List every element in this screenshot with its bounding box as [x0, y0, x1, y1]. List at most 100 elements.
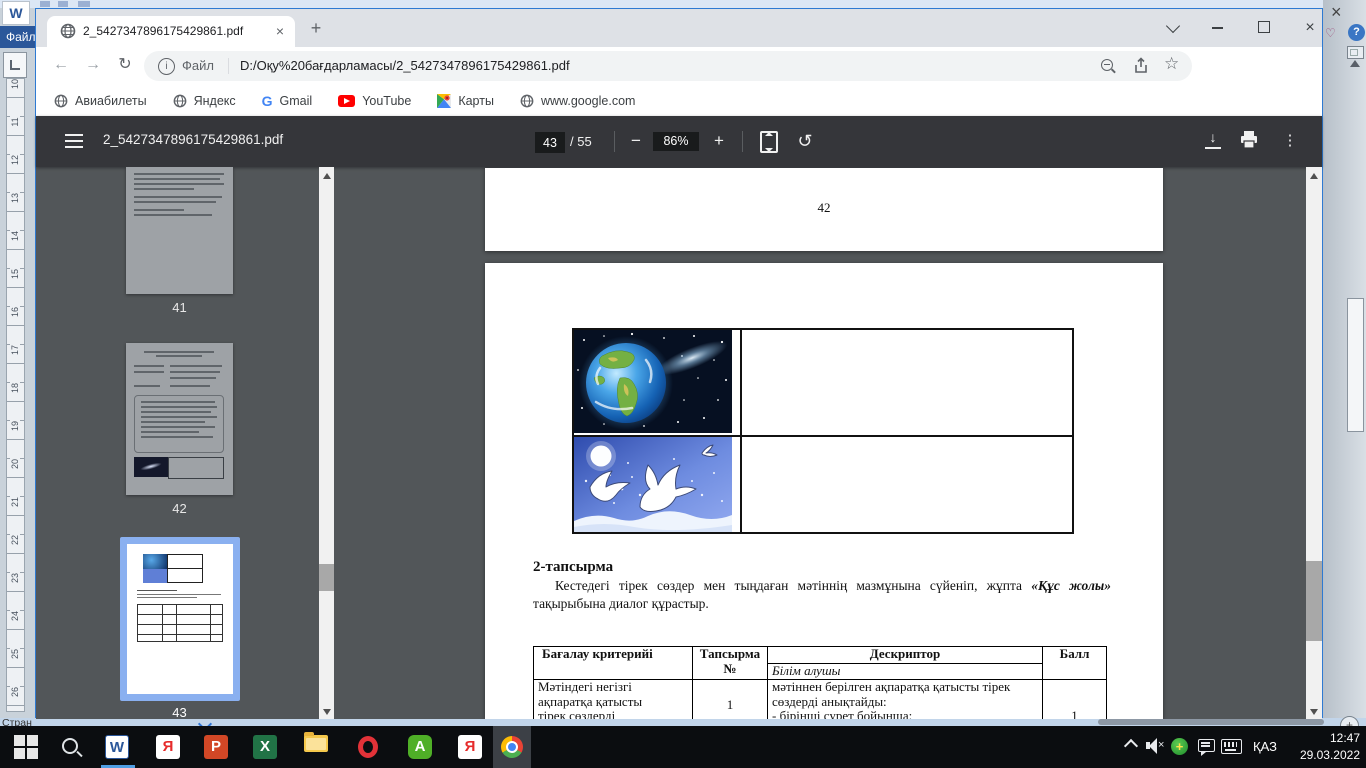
print-icon[interactable] — [1239, 130, 1259, 150]
scroll-down-icon[interactable] — [1310, 709, 1318, 715]
taskbar-yandex-button[interactable]: Я — [156, 735, 180, 759]
bookmark-gmail[interactable]: G Gmail — [262, 93, 313, 109]
antivirus-tray-button[interactable]: + — [1171, 738, 1188, 755]
minimize-button[interactable] — [1202, 19, 1232, 37]
header-descriptor: Дескриптор — [767, 646, 1043, 664]
tray-expand-button[interactable] — [1123, 738, 1139, 754]
birds-image — [574, 437, 732, 532]
taskbar-word-button[interactable]: W — [105, 735, 129, 759]
taskbar-yandex2-button[interactable]: Я — [458, 735, 482, 759]
url-text[interactable]: D:/Оқу%20бағдарламасы/2_5427347896175429… — [240, 58, 570, 73]
taskbar-excel-button[interactable]: X — [253, 735, 277, 759]
thumbnail-page-41[interactable] — [126, 167, 233, 294]
main-scrollbar[interactable] — [1306, 167, 1322, 719]
word-close-icon[interactable]: × — [1331, 2, 1342, 23]
zoom-level-value[interactable]: 86% — [653, 132, 699, 151]
forward-icon[interactable]: → — [82, 54, 104, 76]
taskbar-powerpoint-button[interactable]: P — [204, 735, 228, 759]
screen: W Файл 10 11 12 13 14 15 16 17 18 19 20 21 22 23 24 25 2… — [0, 0, 1366, 768]
browser-tab[interactable]: 2_5427347896175429861.pdf × — [47, 16, 295, 47]
ruler-number: 16 — [10, 302, 20, 322]
word-window-right-edge: × ♡ ? — [1323, 0, 1366, 718]
descriptor-line: - бірінші сурет бойынша: — [772, 708, 913, 719]
thumbnail-page-42[interactable] — [126, 343, 233, 495]
earth-answer-cell — [742, 330, 1072, 435]
share-icon[interactable] — [1132, 57, 1150, 75]
ruler-number: 22 — [10, 530, 20, 550]
omnibox[interactable]: i Файл D:/Оқу%20бағдарламасы/2_542734789… — [144, 51, 1192, 81]
word-file-menu[interactable]: Файл — [0, 26, 35, 48]
tab-close-icon[interactable]: × — [271, 22, 289, 40]
globe-icon — [173, 94, 186, 107]
bookmark-youtube[interactable]: YouTube — [338, 94, 411, 108]
ruler-number: 21 — [10, 492, 20, 512]
word-scroll-up-arrow[interactable] — [1350, 60, 1360, 67]
chrome-window: 2_5427347896175429861.pdf × + × ← → ↻ i … — [35, 8, 1323, 719]
thumbnail-galaxy-image — [134, 457, 168, 477]
pdf-menu-icon[interactable] — [65, 134, 83, 148]
folder-icon — [304, 735, 328, 752]
word-help-button[interactable]: ? — [1348, 24, 1365, 41]
page-number: 42 — [817, 200, 831, 215]
bookmark-star-icon[interactable]: ☆ — [1164, 54, 1179, 74]
sidebar-scrollbar[interactable] — [319, 167, 334, 719]
cell-descriptor: мәтіннен берілген ақпаратқа қатысты тіре… — [767, 679, 1043, 719]
taskbar-aimp-button[interactable]: A — [408, 735, 432, 759]
language-indicator[interactable]: ҚАЗ — [1253, 739, 1277, 754]
info-icon[interactable]: i — [158, 58, 175, 75]
word-app-icon: W — [105, 735, 129, 759]
birds-answer-cell — [742, 437, 1072, 532]
sidebar-scrollbar-thumb[interactable] — [319, 564, 334, 591]
bookmark-aviabilety[interactable]: Авиабилеты — [54, 94, 147, 108]
header-task-number: Тапсырма № — [692, 646, 768, 680]
word-titlebar — [0, 0, 1366, 8]
toolbar-divider — [614, 131, 615, 152]
ruler-number: 10 — [10, 79, 20, 94]
bookmark-label: Карты — [458, 93, 494, 108]
rotate-icon[interactable]: ↺ — [794, 130, 816, 152]
start-button[interactable] — [14, 735, 38, 759]
word-tab-selector[interactable] — [3, 52, 27, 78]
zoom-page-icon[interactable] — [1101, 59, 1113, 71]
pdf-overflow-menu-icon[interactable]: ⋮ — [1279, 130, 1301, 152]
fit-page-icon[interactable] — [760, 131, 778, 153]
taskbar-chrome-button[interactable] — [500, 735, 524, 759]
window-close-button[interactable]: × — [1295, 19, 1325, 37]
volume-muted-button[interactable]: × — [1146, 738, 1166, 754]
zoom-out-button[interactable]: − — [625, 130, 647, 152]
header-descriptor-sub: Білім алушы — [767, 663, 1043, 680]
touch-keyboard-button[interactable] — [1221, 739, 1242, 754]
word-horizontal-scrollbar[interactable] — [1098, 719, 1324, 725]
tab-strip: 2_5427347896175429861.pdf × + × — [36, 9, 1322, 47]
taskbar-opera-button[interactable] — [356, 735, 380, 759]
notifications-tray-button[interactable] — [1198, 739, 1215, 756]
header-score: Балл — [1042, 646, 1107, 680]
reload-icon[interactable]: ↻ — [114, 54, 136, 76]
bookmark-maps[interactable]: Карты — [437, 93, 494, 108]
windows-logo-icon — [14, 735, 38, 759]
earth-image-cell — [574, 330, 742, 435]
main-scrollbar-thumb[interactable] — [1306, 561, 1322, 641]
taskbar-search-button[interactable] — [59, 735, 83, 759]
page-number-input[interactable] — [535, 132, 565, 153]
word-logo-icon: W — [2, 1, 30, 25]
bookmark-google[interactable]: www.google.com — [520, 94, 635, 108]
download-icon[interactable]: ↓ — [1205, 129, 1221, 149]
scroll-up-icon[interactable] — [322, 173, 331, 179]
clock[interactable]: 12:47 29.03.2022 — [1282, 730, 1360, 764]
taskbar-explorer-button[interactable] — [304, 735, 328, 759]
new-tab-button[interactable]: + — [306, 18, 326, 38]
word-split-view-icon[interactable] — [1347, 46, 1364, 59]
zoom-in-button[interactable]: + — [708, 130, 730, 152]
scroll-up-icon[interactable] — [1310, 173, 1318, 179]
tab-search-chevron-icon[interactable] — [1158, 18, 1188, 37]
thumbnail-page-43[interactable] — [127, 544, 233, 694]
word-scrollbar-thumb[interactable] — [1347, 298, 1364, 432]
back-icon[interactable]: ← — [50, 54, 72, 76]
ruler-number: 17 — [10, 340, 20, 360]
scroll-down-icon[interactable] — [322, 709, 331, 715]
bookmark-label: Gmail — [279, 93, 313, 108]
bookmark-yandex[interactable]: Яндекс — [173, 94, 236, 108]
opera-icon — [358, 736, 378, 758]
maximize-button[interactable] — [1249, 19, 1279, 37]
